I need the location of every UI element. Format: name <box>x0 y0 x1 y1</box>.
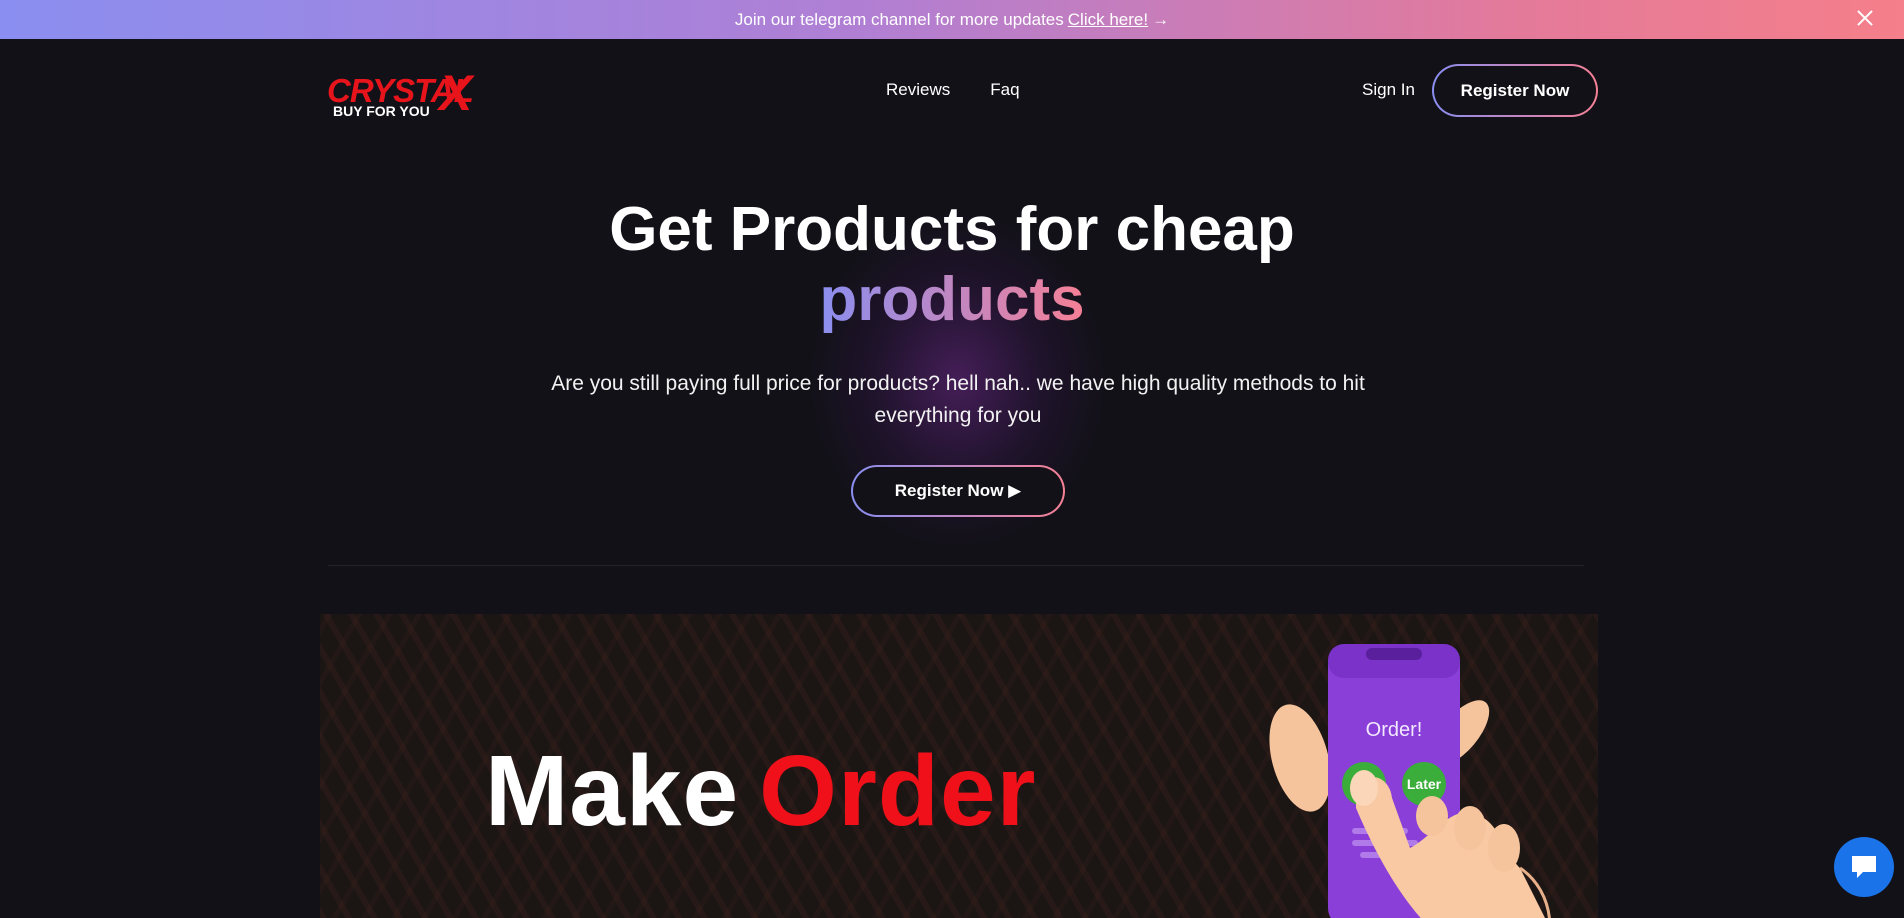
hero-title: Get Products for cheap products <box>0 195 1904 335</box>
announcement-text: Join our telegram channel for more updat… <box>734 9 1064 29</box>
logo-x-mark: X <box>439 65 473 121</box>
nav-links: Reviews Faq <box>886 80 1020 100</box>
header-nav: CRYSTAL X BUY FOR YOU Reviews Faq Sign I… <box>0 39 1904 143</box>
announcement-link[interactable]: Click here! <box>1068 10 1148 30</box>
hero-register-button[interactable]: Register Now ▶ <box>851 465 1065 517</box>
hero-subtitle: Are you still paying full price for prod… <box>551 372 1365 427</box>
phone-later-button: Later <box>1407 776 1442 792</box>
banner-headline: Make Order <box>485 734 1036 849</box>
register-button[interactable]: Register Now <box>1432 64 1598 117</box>
arrow-right-icon: → <box>1152 9 1170 29</box>
close-icon[interactable] <box>1854 7 1876 29</box>
hero-title-line1: Get Products for cheap <box>609 195 1295 264</box>
chat-bubble-icon <box>1852 856 1876 878</box>
banner-word-order: Order <box>759 735 1037 847</box>
hero-title-highlight: products <box>819 265 1085 334</box>
phone-hand-illustration: Order! Later <box>1269 644 1551 918</box>
nav-link-reviews[interactable]: Reviews <box>886 80 950 100</box>
announcement-bar: Join our telegram channel for more updat… <box>0 0 1904 39</box>
nav-link-faq[interactable]: Faq <box>990 80 1019 100</box>
logo-tagline: BUY FOR YOU <box>333 103 430 119</box>
make-order-banner: Make Order Order! Later <box>320 614 1598 918</box>
banner-word-make: Make <box>485 735 740 847</box>
phone-title: Order! <box>1366 719 1423 741</box>
section-divider <box>328 565 1584 566</box>
logo[interactable]: CRYSTAL X BUY FOR YOU <box>327 65 492 122</box>
chat-launcher-button[interactable] <box>1834 837 1894 897</box>
sign-in-link[interactable]: Sign In <box>1362 80 1415 100</box>
